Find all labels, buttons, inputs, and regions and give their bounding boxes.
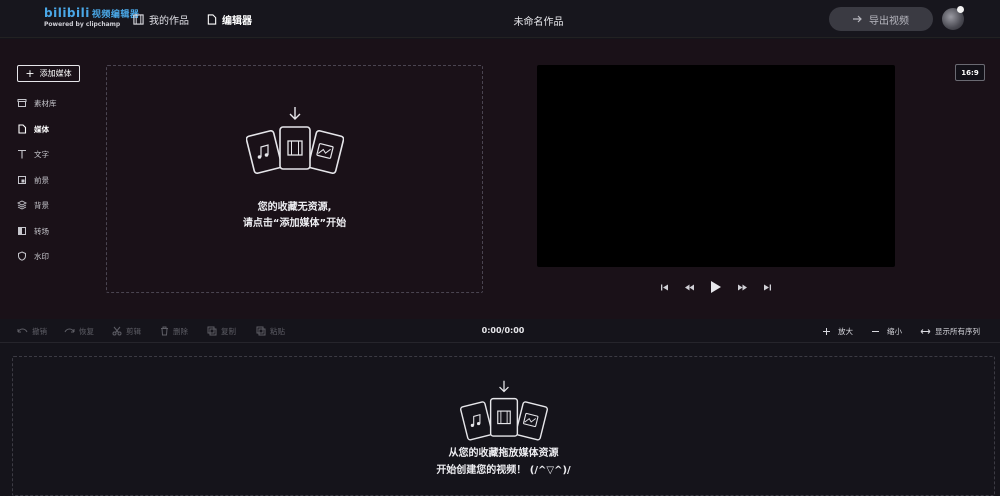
sidebar-item-library[interactable]: 素材库 xyxy=(17,96,57,110)
media-empty-line-2: 请点击“添加媒体”开始 xyxy=(242,218,347,229)
redo-icon xyxy=(64,328,75,333)
zoom-in-button[interactable]: 放大 xyxy=(822,325,853,337)
export-video-label: 导出视频 xyxy=(869,15,909,27)
plus-icon: + xyxy=(25,67,35,80)
document-icon xyxy=(18,124,27,134)
timeline-empty-line-2: 开始创建您的视频！ (/^▽^)/ xyxy=(436,465,571,476)
sidebar-item-media[interactable]: 媒体 xyxy=(17,122,49,136)
undo-button[interactable]: 撤销 xyxy=(17,325,47,337)
show-all-sequences-button[interactable]: 显示所有序列 xyxy=(920,325,980,337)
text-icon xyxy=(18,149,26,159)
sidebar-item-foreground[interactable]: 前景 xyxy=(17,173,49,187)
sidebar-item-background[interactable]: 背景 xyxy=(17,198,49,212)
play-icon[interactable] xyxy=(710,280,722,294)
timeline-empty-line-1: 从您的收藏拖放媒体资源 xyxy=(448,448,559,459)
rewind-icon[interactable] xyxy=(684,283,695,292)
fit-width-icon xyxy=(920,328,931,334)
aspect-ratio-button[interactable]: 16:9 xyxy=(955,64,985,81)
add-media-label: 添加媒体 xyxy=(39,69,72,78)
undo-icon xyxy=(17,328,28,333)
foreground-icon xyxy=(18,176,26,184)
arrow-right-icon xyxy=(853,15,862,23)
transition-icon xyxy=(18,227,26,235)
zoom-out-button[interactable]: 缩小 xyxy=(871,325,902,337)
sidebar-item-transition[interactable]: 转场 xyxy=(17,224,49,238)
sidebar-item-watermark[interactable]: 水印 xyxy=(17,249,49,263)
redo-button[interactable]: 恢复 xyxy=(64,325,94,337)
workspace: + 添加媒体 素材库 媒体 文字 前景 背景 转场 水印 您的收藏无资源, 请点… xyxy=(0,39,1000,319)
shield-icon xyxy=(18,251,26,261)
paste-button[interactable]: 粘贴 xyxy=(256,325,285,337)
scissors-icon xyxy=(112,326,122,336)
playback-controls xyxy=(660,279,772,295)
notification-dot xyxy=(957,6,964,13)
media-cards-icon xyxy=(246,107,344,174)
video-preview[interactable] xyxy=(537,65,895,267)
sidebar-item-text[interactable]: 文字 xyxy=(17,147,49,161)
media-empty-line-1: 您的收藏无资源, xyxy=(257,202,332,213)
layers-icon xyxy=(17,200,27,210)
copy-icon xyxy=(207,326,217,336)
plus-icon xyxy=(823,327,830,335)
delete-button[interactable]: 删除 xyxy=(160,325,188,337)
timeline-toolbar: 撤销 恢复 剪辑 删除 复制 粘贴 0:00/0:00 放大 缩小 显示所有序列 xyxy=(0,319,1000,343)
fast-forward-icon[interactable] xyxy=(737,283,748,292)
cut-button[interactable]: 剪辑 xyxy=(112,325,141,337)
paste-icon xyxy=(256,326,266,336)
export-video-button[interactable]: 导出视频 xyxy=(829,7,933,31)
top-bar: bilibili 视频编辑器 Powered by clipchamp 我的作品 … xyxy=(0,0,1000,38)
library-icon xyxy=(17,99,27,107)
add-media-button[interactable]: + 添加媒体 xyxy=(17,65,80,82)
media-drop-zone[interactable]: 您的收藏无资源, 请点击“添加媒体”开始 xyxy=(106,65,483,293)
skip-to-start-icon[interactable] xyxy=(660,283,669,292)
copy-button[interactable]: 复制 xyxy=(207,325,236,337)
timeline-drop-zone[interactable]: 从您的收藏拖放媒体资源 开始创建您的视频！ (/^▽^)/ xyxy=(12,356,995,496)
skip-to-end-icon[interactable] xyxy=(763,283,772,292)
minus-icon xyxy=(872,330,879,332)
trash-icon xyxy=(161,326,168,336)
timecode: 0:00/0:00 xyxy=(481,326,525,335)
